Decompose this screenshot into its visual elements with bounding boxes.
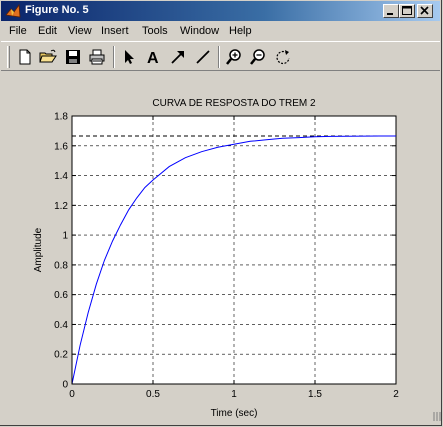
y-tick-label: 1.8 bbox=[54, 112, 68, 123]
menu-view[interactable]: View bbox=[68, 25, 92, 37]
menu-file[interactable]: File bbox=[9, 25, 27, 37]
line-insert-icon[interactable] bbox=[194, 48, 212, 66]
new-file-icon[interactable] bbox=[16, 48, 34, 66]
y-axis-label: Amplitude bbox=[33, 227, 44, 272]
y-tick-label: 0.2 bbox=[54, 350, 68, 361]
figure-canvas: 0 0.5 1 1.5 2 0 0.2 0.4 0.6 0.8 1 1.2 1.4 1.6 1.8 CURV… bbox=[1, 72, 440, 424]
y-tick-label: 1.6 bbox=[54, 141, 68, 152]
maximize-icon bbox=[402, 6, 412, 15]
matlab-logo-icon bbox=[5, 3, 21, 18]
chart-title: CURVA DE RESPOSTA DO TREM 2 bbox=[152, 98, 316, 109]
zoom-in-icon[interactable] bbox=[225, 48, 243, 66]
arrow-insert-icon[interactable] bbox=[169, 48, 187, 66]
minimize-button[interactable] bbox=[383, 4, 399, 18]
figure-window: Figure No. 5 File Edit View Insert Tools… bbox=[0, 0, 442, 426]
maximize-button[interactable] bbox=[399, 4, 415, 18]
y-tick-label: 1.4 bbox=[54, 171, 68, 182]
menu-edit[interactable]: Edit bbox=[38, 25, 57, 37]
zoom-out-icon[interactable] bbox=[249, 48, 267, 66]
x-tick-label: 2 bbox=[393, 389, 399, 400]
close-icon bbox=[420, 6, 429, 15]
menu-tools[interactable]: Tools bbox=[142, 25, 168, 37]
y-tick-label: 1.2 bbox=[54, 201, 68, 212]
open-folder-icon[interactable] bbox=[39, 48, 57, 66]
y-tick-label: 0.8 bbox=[54, 260, 68, 271]
close-button[interactable] bbox=[417, 4, 433, 18]
toolbar-separator bbox=[218, 46, 220, 68]
x-tick-label: 0.5 bbox=[146, 389, 160, 400]
menu-bar: File Edit View Insert Tools Window Help bbox=[1, 22, 440, 40]
menu-help[interactable]: Help bbox=[229, 25, 252, 37]
plot-area[interactable]: 0 0.5 1 1.5 2 0 0.2 0.4 0.6 0.8 1 1.2 1.4 1.6 1.8 CURV… bbox=[1, 72, 440, 424]
resize-grip-icon[interactable] bbox=[433, 410, 441, 422]
toolbar-grip[interactable] bbox=[7, 46, 10, 68]
x-axis-label: Time (sec) bbox=[211, 408, 258, 419]
text-A-icon[interactable]: A bbox=[144, 48, 162, 66]
rotate-icon[interactable] bbox=[274, 48, 292, 66]
y-tick-label: 0.6 bbox=[54, 290, 68, 301]
y-tick-label: 0 bbox=[62, 380, 68, 391]
toolbar: A bbox=[1, 41, 440, 71]
x-tick-label: 1.5 bbox=[308, 389, 322, 400]
title-bar[interactable]: Figure No. 5 bbox=[1, 1, 440, 21]
toolbar-separator bbox=[113, 46, 115, 68]
y-tick-label: 1 bbox=[62, 231, 68, 242]
arrow-select-icon[interactable] bbox=[120, 48, 138, 66]
menu-window[interactable]: Window bbox=[180, 25, 219, 37]
minimize-icon bbox=[387, 13, 393, 15]
y-tick-label: 0.4 bbox=[54, 320, 68, 331]
x-tick-label: 0 bbox=[69, 389, 75, 400]
window-title: Figure No. 5 bbox=[25, 4, 89, 16]
print-icon[interactable] bbox=[88, 48, 106, 66]
menu-insert[interactable]: Insert bbox=[101, 25, 129, 37]
save-icon[interactable] bbox=[64, 48, 82, 66]
x-tick-label: 1 bbox=[231, 389, 237, 400]
svg-text:A: A bbox=[147, 50, 159, 66]
